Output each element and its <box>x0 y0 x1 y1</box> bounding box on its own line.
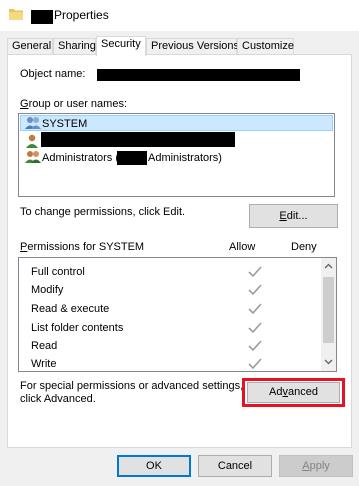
allow-header: Allow <box>229 241 256 253</box>
permission-write: Write <box>31 358 57 370</box>
scroll-up-icon[interactable] <box>324 262 333 271</box>
tab-security[interactable]: Security <box>96 36 146 56</box>
tab-customize[interactable]: Customize <box>237 38 294 54</box>
scrollbar-thumb[interactable] <box>323 277 334 343</box>
principal-user-redacted <box>41 132 235 147</box>
permission-list-folder-contents: List folder contents <box>31 322 124 334</box>
tab-general[interactable]: General <box>7 38 53 54</box>
advanced-help-line1: For special permissions or advanced sett… <box>20 380 244 392</box>
user-icon <box>25 134 41 148</box>
folder-icon <box>9 8 23 20</box>
permission-modify: Modify <box>31 284 64 296</box>
allow-check-icon <box>248 340 262 352</box>
allow-check-icon <box>248 358 262 370</box>
tab-strip: General Sharing Security Previous Versio… <box>0 31 359 56</box>
permissions-list[interactable]: Full control Modify Read & execute List … <box>18 257 337 372</box>
user-group-icon <box>25 116 41 130</box>
edit-button[interactable]: Edit... <box>249 204 338 228</box>
window-title: Properties <box>54 8 109 22</box>
allow-check-icon <box>248 266 262 278</box>
principal-system[interactable]: SYSTEM <box>42 117 87 131</box>
permission-read-execute: Read & execute <box>31 303 110 315</box>
title-redaction <box>31 10 53 24</box>
change-permissions-text: To change permissions, click Edit. <box>20 206 186 218</box>
object-name-label: Object name: <box>20 68 86 80</box>
user-group-icon <box>25 150 41 164</box>
scroll-down-icon[interactable] <box>324 357 333 366</box>
permissions-for-label: Permissions for SYSTEM <box>20 241 145 253</box>
permission-full-control: Full control <box>31 266 85 278</box>
ok-button[interactable]: OK <box>117 455 191 477</box>
principal-administrators[interactable]: Administrators ( <box>42 151 119 165</box>
allow-check-icon <box>248 303 262 315</box>
advanced-highlight-box <box>242 378 345 407</box>
group-users-label: Group or user names: <box>20 98 127 110</box>
allow-check-icon <box>248 284 262 296</box>
apply-button[interactable]: Apply <box>279 455 353 477</box>
object-name-value <box>97 69 300 81</box>
deny-header: Deny <box>291 241 317 253</box>
tab-previous-versions[interactable]: Previous Versions <box>146 38 239 54</box>
advanced-help-line2: click Advanced. <box>20 393 96 405</box>
permission-read: Read <box>31 340 58 352</box>
tab-sharing[interactable]: Sharing <box>53 38 96 54</box>
cancel-button[interactable]: Cancel <box>198 455 272 477</box>
principal-administrators-suffix: Administrators) <box>148 152 222 164</box>
administrators-redaction <box>117 151 147 165</box>
allow-check-icon <box>248 322 262 334</box>
principal-user-suffix: ) <box>231 135 235 147</box>
